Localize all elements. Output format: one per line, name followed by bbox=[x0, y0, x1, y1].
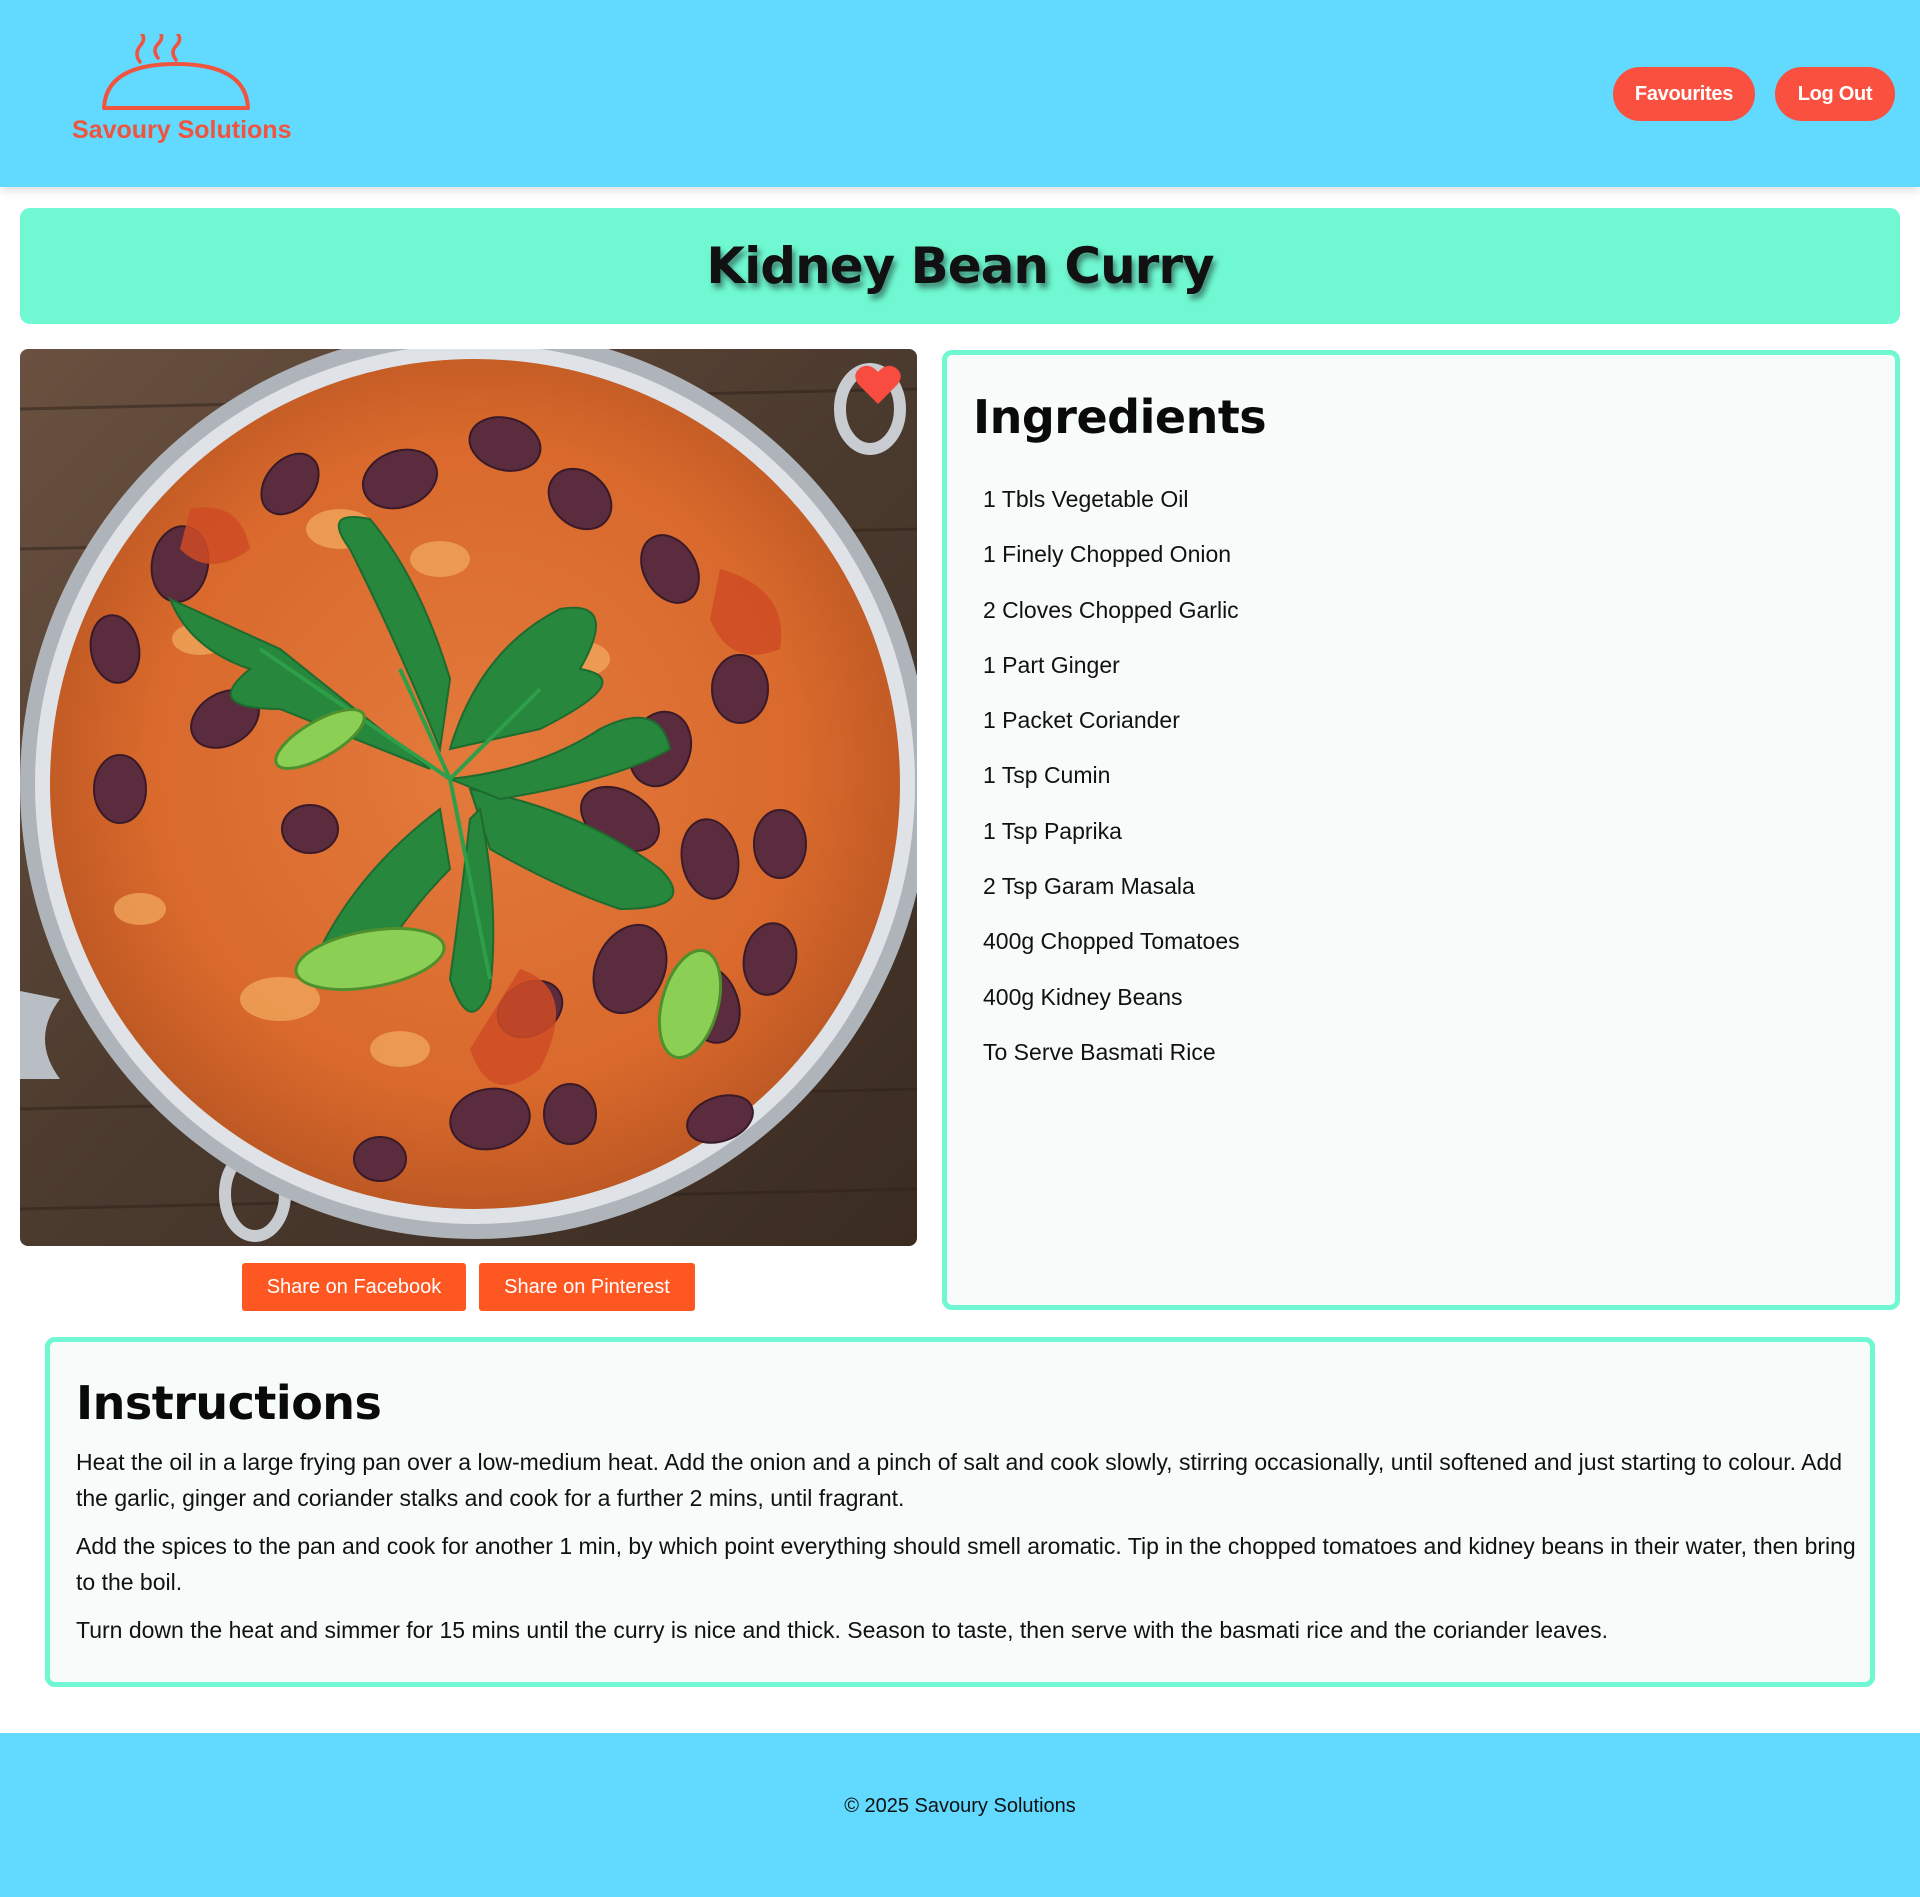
logout-button[interactable]: Log Out bbox=[1775, 67, 1895, 121]
recipe-title-banner: Kidney Bean Curry bbox=[20, 208, 1900, 324]
favourites-button[interactable]: Favourites bbox=[1613, 67, 1755, 121]
site-header: Savoury Solutions Favourites Log Out bbox=[0, 0, 1920, 187]
share-facebook-button[interactable]: Share on Facebook bbox=[242, 1263, 466, 1311]
ingredient-item: 1 Tsp Paprika bbox=[983, 817, 1122, 844]
site-logo[interactable]: Savoury Solutions bbox=[68, 34, 298, 150]
ingredient-item: 2 Tsp Garam Masala bbox=[983, 873, 1195, 900]
ingredient-item: 1 Tsp Cumin bbox=[983, 762, 1111, 789]
logo-text: Savoury Solutions bbox=[72, 116, 292, 144]
ingredient-item: To Serve Basmati Rice bbox=[983, 1038, 1216, 1065]
page-title: Kidney Bean Curry bbox=[706, 237, 1214, 295]
instructions-heading: Instructions bbox=[76, 1376, 382, 1430]
instruction-step: Turn down the heat and simmer for 15 min… bbox=[76, 1617, 1608, 1643]
ingredient-item: 400g Chopped Tomatoes bbox=[983, 928, 1240, 955]
instructions-steps: Heat the oil in a large frying pan over … bbox=[76, 1444, 1856, 1660]
ingredient-item: 1 Part Ginger bbox=[983, 651, 1120, 678]
site-footer: © 2025 Savoury Solutions bbox=[0, 1733, 1920, 1897]
ingredients-list: 1 Tbls Vegetable Oil 1 Finely Chopped On… bbox=[983, 485, 1240, 1093]
copyright-text: © 2025 Savoury Solutions bbox=[844, 1795, 1076, 1817]
ingredient-item: 1 Finely Chopped Onion bbox=[983, 541, 1232, 568]
ingredient-item: 2 Cloves Chopped Garlic bbox=[983, 596, 1239, 623]
share-pinterest-button[interactable]: Share on Pinterest bbox=[479, 1263, 695, 1311]
instruction-step: Heat the oil in a large frying pan over … bbox=[76, 1449, 1843, 1511]
serving-cloche-icon bbox=[102, 34, 250, 110]
ingredients-panel: Ingredients 1 Tbls Vegetable Oil 1 Finel… bbox=[942, 350, 1900, 1310]
instructions-panel: Instructions Heat the oil in a large fry… bbox=[45, 1337, 1875, 1687]
ingredient-item: 1 Tbls Vegetable Oil bbox=[983, 486, 1189, 512]
recipe-image bbox=[20, 349, 917, 1246]
ingredients-heading: Ingredients bbox=[973, 390, 1267, 444]
instruction-step: Add the spices to the pan and cook for a… bbox=[76, 1533, 1856, 1595]
heart-icon[interactable] bbox=[855, 364, 901, 406]
ingredient-item: 400g Kidney Beans bbox=[983, 983, 1183, 1010]
ingredient-item: 1 Packet Coriander bbox=[983, 707, 1180, 734]
